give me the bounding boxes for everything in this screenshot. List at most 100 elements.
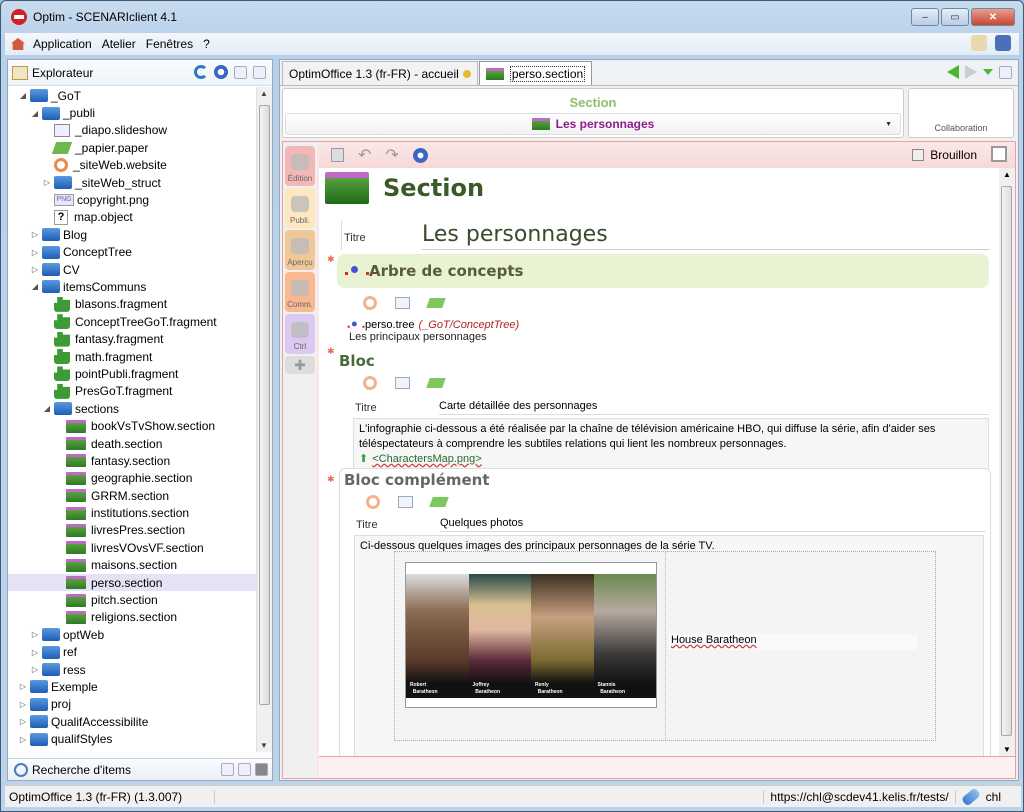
- expand-icon[interactable]: ▷: [30, 230, 40, 239]
- tree-item[interactable]: bookVsTvShow.section: [8, 417, 256, 434]
- scroll-up-icon[interactable]: ▲: [260, 89, 268, 98]
- tree-item[interactable]: _diapo.slideshow: [8, 122, 256, 139]
- expand-icon[interactable]: ▷: [30, 665, 40, 674]
- side-tab-edition[interactable]: Édition: [285, 146, 315, 186]
- tab-perso-section[interactable]: perso.section: [478, 61, 593, 85]
- tree-item[interactable]: ◢ sections: [8, 400, 256, 417]
- scroll-thumb[interactable]: [1001, 186, 1012, 736]
- concept-tree-block[interactable]: Arbre de concepts: [337, 254, 989, 288]
- side-tab-apercu[interactable]: Aperçu: [285, 230, 315, 270]
- tree-item[interactable]: ◢ _GoT: [8, 87, 256, 104]
- maximize-panel-icon[interactable]: [253, 65, 266, 79]
- tree-item[interactable]: ▷ _siteWeb_struct: [8, 174, 256, 191]
- forward-arrow-icon[interactable]: [965, 65, 977, 79]
- status-user[interactable]: chl: [986, 790, 1001, 804]
- tree-item[interactable]: fantasy.section: [8, 452, 256, 469]
- refresh-icon[interactable]: [194, 65, 208, 79]
- tree-item[interactable]: ▷ ress: [8, 661, 256, 678]
- tree-item[interactable]: PNG copyright.png: [8, 191, 256, 208]
- detach-search-icon[interactable]: [221, 763, 234, 776]
- expand-icon[interactable]: ▷: [30, 248, 40, 257]
- characters-photo[interactable]: Robert Baratheon Joffrey Baratheon Renly…: [405, 562, 657, 708]
- tree-item[interactable]: ConceptTreeGoT.fragment: [8, 313, 256, 330]
- tree-item[interactable]: ▷ Blog: [8, 226, 256, 243]
- expand-icon[interactable]: ▷: [42, 178, 52, 187]
- tree-item[interactable]: PresGoT.fragment: [8, 383, 256, 400]
- tree-item[interactable]: institutions.section: [8, 504, 256, 521]
- tree-item[interactable]: livresPres.section: [8, 522, 256, 539]
- item-title-combo[interactable]: Les personnages ▼: [285, 113, 901, 135]
- expand-icon[interactable]: ▷: [18, 735, 28, 744]
- collapse-icon[interactable]: ◢: [18, 91, 28, 100]
- add-view-button[interactable]: ✚: [285, 356, 315, 374]
- collapse-icon[interactable]: ◢: [30, 282, 40, 291]
- detach-panel-icon[interactable]: [234, 65, 247, 79]
- tree-item[interactable]: GRRM.section: [8, 487, 256, 504]
- image-caption[interactable]: House Baratheon: [669, 634, 917, 650]
- history-dropdown-icon[interactable]: [983, 69, 993, 75]
- tab-home[interactable]: OptimOffice 1.3 (fr-FR) - accueil: [282, 61, 478, 85]
- collapse-icon[interactable]: ◢: [42, 404, 52, 413]
- menu-help[interactable]: ?: [203, 37, 210, 51]
- tree-item[interactable]: death.section: [8, 435, 256, 452]
- user-book-icon[interactable]: [995, 35, 1011, 51]
- expand-icon[interactable]: ▷: [18, 717, 28, 726]
- redo-icon[interactable]: ↷: [385, 145, 398, 165]
- scroll-up-icon[interactable]: ▲: [1003, 170, 1011, 179]
- bloc-paragraph[interactable]: L'infographie ci-dessous a été réalisée …: [359, 422, 983, 452]
- tree-item[interactable]: perso.section: [8, 573, 256, 592]
- fullscreen-button[interactable]: [991, 146, 1007, 162]
- maximize-button[interactable]: ▭: [941, 8, 969, 26]
- title-input[interactable]: Les personnages: [422, 222, 989, 250]
- tree-item[interactable]: _siteWeb.website: [8, 157, 256, 174]
- close-search-icon[interactable]: [255, 763, 268, 776]
- maximize-editor-icon[interactable]: [999, 65, 1012, 79]
- expand-icon[interactable]: ▷: [30, 630, 40, 639]
- undo-icon[interactable]: ↶: [358, 145, 371, 165]
- tree-item[interactable]: ▷ optWeb: [8, 626, 256, 643]
- tree-item[interactable]: ▷ Exemple: [8, 678, 256, 695]
- tree-item[interactable]: ◢ _publi: [8, 104, 256, 121]
- tree-item[interactable]: geographie.section: [8, 470, 256, 487]
- scroll-thumb[interactable]: [259, 105, 270, 705]
- side-tab-ctrl[interactable]: Ctrl: [285, 314, 315, 354]
- expand-icon[interactable]: ▷: [30, 648, 40, 657]
- tree-item[interactable]: ▷ QualifAccessibilite: [8, 713, 256, 730]
- chevron-down-icon[interactable]: ▼: [885, 121, 892, 128]
- maximize-search-icon[interactable]: [238, 763, 251, 776]
- tree-item[interactable]: ◢ itemsCommuns: [8, 278, 256, 295]
- item-search-label[interactable]: Recherche d'items: [32, 763, 131, 777]
- concept-ref-name[interactable]: perso.tree: [365, 319, 415, 331]
- tree-item[interactable]: ? map.object: [8, 209, 256, 226]
- tree-item[interactable]: livresVOvsVF.section: [8, 539, 256, 556]
- save-icon[interactable]: [331, 148, 344, 162]
- tree-item[interactable]: ▷ CV: [8, 261, 256, 278]
- menu-fenetres[interactable]: Fenêtres: [146, 37, 193, 51]
- tree-item[interactable]: religions.section: [8, 609, 256, 626]
- scroll-down-icon[interactable]: ▼: [260, 741, 268, 750]
- options-menu-icon[interactable]: [214, 65, 228, 79]
- tree-item[interactable]: blasons.fragment: [8, 296, 256, 313]
- side-tab-publi[interactable]: Publi.: [285, 188, 315, 228]
- expand-icon[interactable]: ▷: [18, 700, 28, 709]
- tree-item[interactable]: pitch.section: [8, 591, 256, 608]
- tree-item[interactable]: _papier.paper: [8, 139, 256, 156]
- scroll-down-icon[interactable]: ▼: [1003, 745, 1011, 754]
- actions-menu-icon[interactable]: [412, 147, 428, 163]
- tree-item[interactable]: ▷ ref: [8, 644, 256, 661]
- tree-item[interactable]: ▷ ConceptTree: [8, 244, 256, 261]
- tree-item[interactable]: pointPubli.fragment: [8, 365, 256, 382]
- home-icon[interactable]: [11, 38, 25, 50]
- tree-item[interactable]: ▷ qualifStyles: [8, 730, 256, 747]
- close-button[interactable]: ✕: [971, 8, 1015, 26]
- collapse-icon[interactable]: ◢: [30, 109, 40, 118]
- explorer-scrollbar[interactable]: ▲ ▼: [256, 87, 272, 752]
- tree-item[interactable]: fantasy.fragment: [8, 330, 256, 347]
- side-tab-comm[interactable]: Comm.: [285, 272, 315, 312]
- editor-scrollbar[interactable]: ▲ ▼: [999, 168, 1015, 756]
- collaboration-box[interactable]: Collaboration: [908, 88, 1014, 138]
- draft-toggle[interactable]: Brouillon: [912, 148, 977, 162]
- tree-item[interactable]: ▷ proj: [8, 696, 256, 713]
- tree-item[interactable]: maisons.section: [8, 557, 256, 574]
- resource-link[interactable]: <CharactersMap.png>: [372, 453, 481, 465]
